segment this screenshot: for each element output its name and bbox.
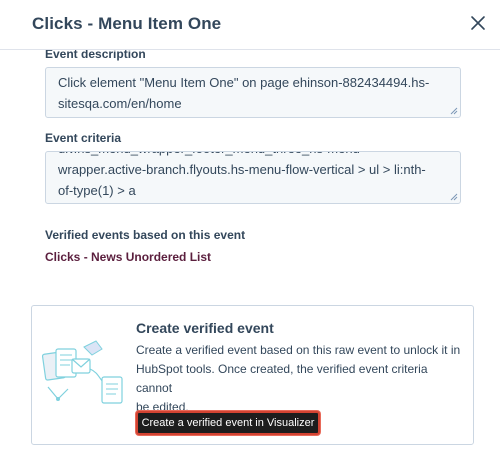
verified-event-illustration-icon <box>42 340 123 404</box>
card-description: Create a verified event based on this ra… <box>136 341 466 417</box>
resize-handle-icon[interactable] <box>450 193 458 201</box>
event-criteria-field[interactable]: div.hs_menu_wrapper_footer_menu_three_hs… <box>45 151 461 204</box>
event-criteria-line: of-type(1) > a <box>58 183 136 198</box>
verified-events-label: Verified events based on this event <box>45 228 246 242</box>
panel-title: Clicks - Menu Item One <box>32 14 222 33</box>
panel-body[interactable]: Event description Click element "Menu It… <box>0 50 500 457</box>
event-criteria-line: div.hs_menu_wrapper_footer_menu_three_hs… <box>58 152 448 159</box>
event-criteria-line: wrapper.active-branch.flyouts.hs-menu-fl… <box>58 162 426 177</box>
event-description-line: Click element "Menu Item One" on page eh… <box>58 75 430 90</box>
panel-header: Clicks - Menu Item One <box>0 0 500 50</box>
create-verified-event-button[interactable]: Create a verified event in Visualizer <box>136 411 320 435</box>
card-description-line: HubSpot tools. Once created, the verifie… <box>136 362 428 395</box>
card-title: Create verified event <box>136 320 274 336</box>
event-description-line: sitesqa.com/en/home <box>58 96 182 111</box>
close-icon[interactable] <box>470 15 486 31</box>
card-description-line: Create a verified event based on this ra… <box>136 343 461 357</box>
resize-handle-icon[interactable] <box>450 107 458 115</box>
verified-event-link[interactable]: Clicks - News Unordered List <box>45 250 211 264</box>
event-description-label: Event description <box>45 50 146 61</box>
create-verified-event-card: Create verified event Create a verified … <box>31 305 474 445</box>
event-criteria-label: Event criteria <box>45 131 122 145</box>
event-description-field[interactable]: Click element "Menu Item One" on page eh… <box>45 67 461 118</box>
